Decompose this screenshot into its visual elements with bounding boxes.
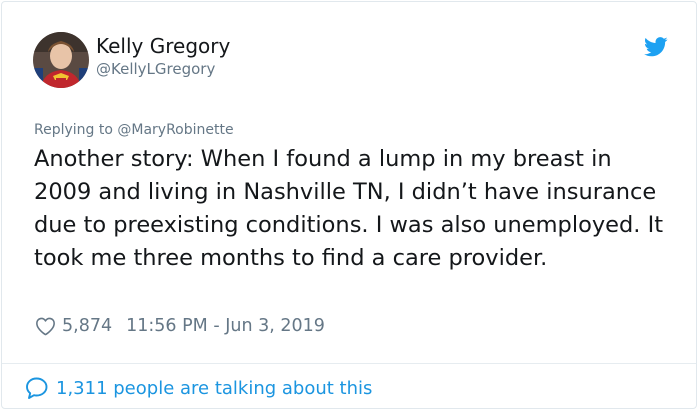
replying-to-label[interactable]: Replying to @MaryRobinette: [34, 121, 234, 140]
tweet-card: Kelly Gregory @KellyLGregory Replying to…: [1, 1, 697, 409]
avatar[interactable]: [33, 32, 89, 88]
tweet-meta: 5,874 11:56 PM - Jun 3, 2019: [35, 313, 325, 339]
heart-icon[interactable]: [35, 316, 56, 337]
speech-bubble-icon: [25, 376, 49, 400]
twitter-bird-icon-svg: [644, 37, 668, 57]
user-handle[interactable]: @KellyLGregory: [96, 59, 215, 79]
conversation-link[interactable]: 1,311 people are talking about this: [25, 374, 372, 402]
speech-bubble-icon-svg: [26, 377, 48, 399]
display-name[interactable]: Kelly Gregory: [96, 33, 230, 59]
divider: [2, 363, 696, 364]
heart-icon-svg: [36, 317, 55, 335]
conversation-count-label: 1,311 people are talking about this: [56, 377, 373, 399]
twitter-bird-icon[interactable]: [644, 36, 668, 58]
like-count[interactable]: 5,874: [62, 316, 112, 336]
avatar-image: [33, 32, 89, 88]
tweet-text: Another story: When I found a lump in my…: [34, 146, 664, 271]
timestamp[interactable]: 11:56 PM - Jun 3, 2019: [126, 316, 325, 336]
